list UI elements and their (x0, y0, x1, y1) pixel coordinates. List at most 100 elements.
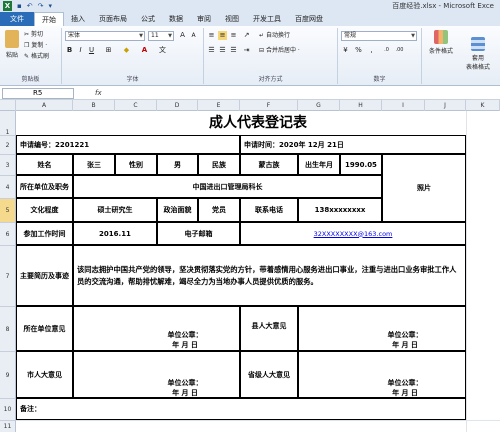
chevron-down-icon: ▼ (411, 33, 415, 39)
row-header[interactable]: 10 (0, 398, 16, 420)
remarks-cell[interactable]: 备注： (16, 398, 466, 420)
column-header[interactable]: H (340, 100, 382, 111)
tab-formulas[interactable]: 公式 (134, 12, 162, 26)
grow-font-icon[interactable]: A (178, 31, 187, 40)
copy-label: 复制 · (31, 42, 48, 49)
gender-value[interactable]: 男 (157, 154, 198, 175)
font-size-combo[interactable]: 11 ▼ (148, 31, 174, 41)
copy-button[interactable]: ❐ 复制 · (24, 42, 47, 50)
paste-button[interactable]: 粘贴 (3, 30, 21, 59)
column-header[interactable]: D (157, 100, 198, 111)
wrap-text-button[interactable]: ↵ 自动换行 (259, 32, 290, 40)
redo-icon[interactable]: ↷ (38, 1, 44, 11)
formula-input[interactable] (110, 88, 496, 99)
unit-value[interactable]: 中国进出口管理局科长 (73, 175, 382, 198)
column-header[interactable]: B (73, 100, 115, 111)
align-top-icon[interactable]: ≡ (207, 31, 216, 40)
name-box[interactable]: R5 (2, 88, 74, 99)
quick-access-toolbar: X ▪ ↶ ↷ ▾ (3, 1, 52, 11)
column-header[interactable]: K (466, 100, 500, 111)
merge-center-button[interactable]: ⊟ 合并后居中 · (259, 47, 300, 55)
cut-button[interactable]: ✂ 剪切 (24, 31, 43, 39)
border-icon[interactable]: ⊞ (104, 46, 113, 55)
italic-icon[interactable]: I (76, 46, 85, 55)
format-as-table-button[interactable]: 套用 表格格式 (460, 30, 496, 78)
education-label: 文化程度 (16, 198, 73, 222)
indent-icon[interactable]: ⇥ (242, 46, 251, 55)
font-group-label: 字体 (126, 76, 139, 83)
column-header[interactable]: F (240, 100, 298, 111)
fill-color-icon[interactable]: ◆ (122, 46, 131, 55)
conditional-format-button[interactable]: 条件格式 (424, 30, 458, 55)
underline-icon[interactable]: U (87, 46, 96, 55)
save-icon[interactable]: ▪ (17, 1, 22, 11)
undo-icon[interactable]: ↶ (27, 1, 33, 11)
resume-value[interactable]: 该同志拥护中国共产党的领导，坚决贯彻落实党的方针，带着感情用心服务进出口事业，注… (73, 245, 466, 306)
row-header[interactable]: 6 (0, 222, 16, 245)
column-header[interactable]: A (16, 100, 73, 111)
application-number[interactable]: 申请编号：2201221 (16, 135, 240, 154)
row-header[interactable]: 4 (0, 175, 16, 198)
percent-icon[interactable]: % (354, 46, 363, 55)
align-center-icon[interactable]: ☰ (218, 46, 227, 55)
row-header-selected[interactable]: 5 (0, 198, 16, 222)
tab-insert[interactable]: 插入 (64, 12, 92, 26)
political-label: 政治面貌 (157, 198, 198, 222)
phone-value[interactable]: 138xxxxxxxx (298, 198, 382, 222)
unit-seal-label: 单位公章： (167, 331, 203, 339)
tab-developer[interactable]: 开发工具 (246, 12, 288, 26)
decrease-decimal-icon[interactable]: .00 (395, 46, 404, 55)
select-all-corner[interactable] (0, 100, 16, 111)
align-right-icon[interactable]: ☰ (229, 46, 238, 55)
row-header[interactable]: 2 (0, 135, 16, 154)
row-header[interactable]: 3 (0, 154, 16, 175)
format-painter-button[interactable]: ✎ 格式刷 (24, 53, 49, 61)
merge-label: 合并后居中 · (265, 47, 300, 54)
comma-icon[interactable]: , (367, 46, 376, 55)
font-color-icon[interactable]: A (140, 46, 149, 55)
align-middle-icon[interactable]: ≡ (218, 31, 227, 40)
tab-home[interactable]: 开始 (34, 12, 64, 26)
education-value[interactable]: 硕士研究生 (73, 198, 157, 222)
currency-icon[interactable]: ¥ (341, 46, 350, 55)
merge-icon: ⊟ (259, 47, 265, 54)
name-value[interactable]: 张三 (73, 154, 115, 175)
conditional-format-label: 条件格式 (428, 48, 453, 55)
photo-cell[interactable]: 照片 (382, 154, 466, 222)
row-header[interactable]: 1 (0, 111, 16, 136)
shrink-font-icon[interactable]: A (189, 31, 198, 40)
column-header[interactable]: G (298, 100, 340, 111)
fx-icon[interactable]: fx (95, 88, 102, 99)
work-time-value[interactable]: 2016.11 (73, 222, 157, 245)
birth-value[interactable]: 1990.05 (340, 154, 382, 175)
row-header[interactable]: 9 (0, 351, 16, 398)
tab-view[interactable]: 视图 (218, 12, 246, 26)
orientation-icon[interactable]: ↗ (242, 31, 251, 40)
tab-review[interactable]: 审阅 (190, 12, 218, 26)
phonetic-icon[interactable]: 文 (158, 46, 167, 55)
email-link[interactable]: 32XXXXXXXX@163.com (240, 222, 466, 245)
tab-file[interactable]: 文件 (0, 12, 34, 26)
tab-data[interactable]: 数据 (162, 12, 190, 26)
increase-decimal-icon[interactable]: .0 (382, 46, 391, 55)
customize-qat-icon[interactable]: ▾ (49, 1, 53, 11)
cut-label: 剪切 (30, 31, 43, 38)
bold-icon[interactable]: B (65, 46, 74, 55)
font-name-combo[interactable]: 宋体 ▼ (65, 31, 145, 41)
column-header[interactable]: C (115, 100, 157, 111)
application-time[interactable]: 申请时间：2020年 12月 21日 (240, 135, 466, 154)
row-header[interactable]: 11 (0, 420, 16, 432)
column-header[interactable]: E (198, 100, 240, 111)
align-bottom-icon[interactable]: ≡ (229, 31, 238, 40)
align-left-icon[interactable]: ☰ (207, 46, 216, 55)
ethnic-value[interactable]: 蒙古族 (240, 154, 298, 175)
clipboard-group: 粘贴 ✂ 剪切 ❐ 复制 · ✎ 格式刷 剪贴板 (0, 28, 62, 84)
column-header[interactable]: I (382, 100, 425, 111)
political-value[interactable]: 党员 (198, 198, 240, 222)
column-header[interactable]: J (425, 100, 466, 111)
tab-baidu-netdisk[interactable]: 百度网盘 (288, 12, 330, 26)
number-format-combo[interactable]: 常规 ▼ (341, 31, 417, 41)
row-header[interactable]: 8 (0, 306, 16, 351)
tab-page-layout[interactable]: 页面布局 (92, 12, 134, 26)
row-header[interactable]: 7 (0, 245, 16, 306)
